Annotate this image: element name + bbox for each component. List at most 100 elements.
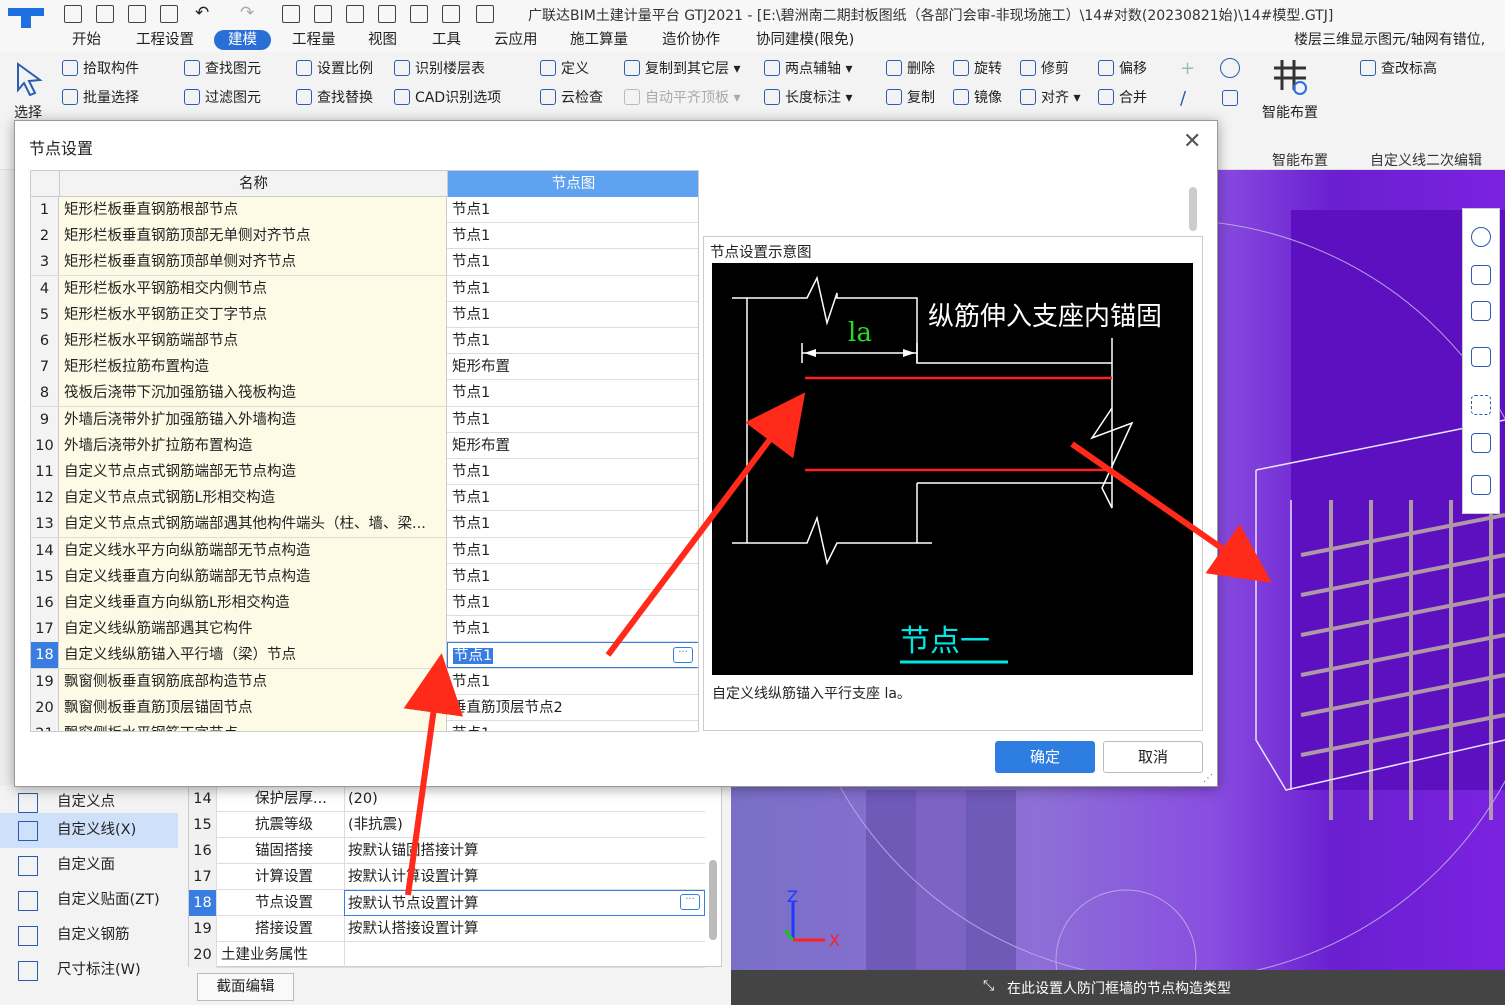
custom-rebar-item[interactable]: 自定义钢筋 xyxy=(0,918,178,953)
ok-button[interactable]: 确定 xyxy=(995,741,1095,773)
dimension-item[interactable]: 尺寸标注(W) xyxy=(0,953,178,988)
table-row-node-setting[interactable]: 18 节点设置 按默认节点设置计算 ··· xyxy=(189,890,705,916)
cloud-check-button[interactable]: 云检查 xyxy=(540,87,603,109)
section-icon[interactable] xyxy=(442,5,460,23)
row-node-value[interactable]: 节点1 xyxy=(447,511,698,537)
open-file-icon[interactable] xyxy=(96,5,114,23)
row-node-value[interactable]: 节点1 xyxy=(447,616,698,642)
save-icon[interactable] xyxy=(160,5,178,23)
batch-select-button[interactable]: 批量选择 xyxy=(62,87,139,109)
find-replace-button[interactable]: 查找替换 xyxy=(296,87,373,109)
menu-cost-collab[interactable]: 造价协作 xyxy=(662,30,720,50)
grid-row[interactable]: 20 飘窗侧板垂直筋顶层锚固节点 垂直筋顶层节点2 xyxy=(31,694,698,721)
grid-row[interactable]: 15 自定义线垂直方向纵筋端部无节点构造 节点1 xyxy=(31,563,698,590)
grid-row[interactable]: 11 自定义节点点式钢筋端部无节点构造 节点1 xyxy=(31,459,698,486)
line-tool-icon[interactable]: / xyxy=(1180,88,1200,109)
grid-row[interactable]: 3 矩形栏板垂直钢筋顶部单侧对齐节点 节点1 xyxy=(31,249,698,276)
custom-face-item[interactable]: 自定义面 xyxy=(0,848,178,883)
3d-box-icon[interactable] xyxy=(1471,301,1491,321)
pick-component-button[interactable]: 拾取构件 xyxy=(62,58,139,80)
row-node-value[interactable]: 节点1 xyxy=(447,223,698,249)
redo-icon[interactable]: ↷ xyxy=(240,3,254,23)
table-row[interactable]: 14 保护层厚... (20) xyxy=(189,786,705,812)
circle-tool-icon[interactable] xyxy=(1220,58,1240,78)
smart-layout-button[interactable]: 智能布置 xyxy=(1262,102,1318,124)
ellipsis-button[interactable]: ··· xyxy=(673,647,693,664)
define-button[interactable]: 定义 xyxy=(540,58,589,80)
fit-view-icon[interactable] xyxy=(1471,395,1491,415)
2d-view-icon[interactable] xyxy=(1471,265,1491,285)
grid-row[interactable]: 21飘窗侧板水平钢筋丁字节点节点1 xyxy=(31,721,698,731)
table-row[interactable]: 20 土建业务属性 xyxy=(189,942,705,968)
table-row[interactable]: 16 锚固搭接 按默认锚固搭接计算 xyxy=(189,838,705,864)
grid-row[interactable]: 4 矩形栏板水平钢筋相交内侧节点 节点1 xyxy=(31,275,698,302)
mirror-button[interactable]: 镜像 xyxy=(953,87,1002,109)
smart-layout-icon[interactable] xyxy=(1270,58,1310,98)
grid-row[interactable]: 12 自定义节点点式钢筋L形相交构造 节点1 xyxy=(31,485,698,512)
menu-cloud[interactable]: 云应用 xyxy=(494,30,538,50)
row-node-value[interactable]: 节点1 xyxy=(447,380,698,406)
rect-tool-icon[interactable] xyxy=(1222,90,1238,106)
length-dimension-button[interactable]: 长度标注 ▾ xyxy=(764,87,852,109)
sum-icon[interactable] xyxy=(282,5,300,23)
row-node-value[interactable]: 节点1 xyxy=(447,276,698,302)
grid-row[interactable]: 14 自定义线水平方向纵筋端部无节点构造 节点1 xyxy=(31,537,698,564)
table-row[interactable]: 15 抗震等级 (非抗震) xyxy=(189,812,705,838)
two-point-axis-button[interactable]: 两点辅轴 ▾ xyxy=(764,58,852,80)
row-node-value[interactable]: 节点1 xyxy=(447,407,698,433)
section-edit-button[interactable]: 截面编辑 xyxy=(197,973,294,1001)
trim-button[interactable]: 修剪 xyxy=(1020,58,1069,80)
delete-button[interactable]: 删除 xyxy=(886,58,935,80)
row-node-value[interactable]: 节点1 xyxy=(447,302,698,328)
grid-row[interactable]: 10 外墙后浇带外扩拉筋布置构造 矩形布置 xyxy=(31,432,698,459)
grid-row[interactable]: 6 矩形栏板水平钢筋端部节点 节点1 xyxy=(31,328,698,355)
row-node-value[interactable]: 节点1 xyxy=(447,590,698,616)
new-file-icon[interactable] xyxy=(64,5,82,23)
crosshair-icon[interactable]: + xyxy=(1180,58,1200,79)
close-icon[interactable]: ✕ xyxy=(1183,129,1201,154)
table-row[interactable]: 19 搭接设置 按默认搭接设置计算 xyxy=(189,916,705,942)
report-icon[interactable] xyxy=(314,5,332,23)
folder-icon[interactable] xyxy=(128,5,146,23)
align-button[interactable]: 对齐 ▾ xyxy=(1020,87,1080,109)
select-arrow-icon[interactable] xyxy=(14,62,44,100)
import-icon[interactable] xyxy=(476,5,494,23)
auto-align-top-button[interactable]: 自动平齐顶板 ▾ xyxy=(624,87,740,109)
row-node-value[interactable]: 节点1 xyxy=(447,197,698,223)
rotate-button[interactable]: 旋转 xyxy=(953,58,1002,80)
cancel-button[interactable]: 取消 xyxy=(1103,741,1203,773)
find-element-button[interactable]: 查找图元 xyxy=(184,58,261,80)
grid-row[interactable]: 1 矩形栏板垂直钢筋根部节点 节点1 xyxy=(31,197,698,224)
resize-grip-icon[interactable]: ⋰ xyxy=(1203,773,1213,784)
layout-icon[interactable] xyxy=(378,5,396,23)
menu-collab-modeling[interactable]: 协同建模(限免) xyxy=(756,30,854,50)
properties-list-icon[interactable] xyxy=(1471,475,1491,495)
grid-scrollbar[interactable] xyxy=(1189,187,1197,231)
menu-start[interactable]: 开始 xyxy=(72,30,101,50)
custom-line-item[interactable]: 自定义线(X) xyxy=(0,813,178,848)
row-node-editor[interactable]: 节点1 ··· xyxy=(447,642,698,669)
ellipsis-button[interactable]: ··· xyxy=(680,894,700,910)
table-row[interactable]: 17 计算设置 按默认计算设置计算 xyxy=(189,864,705,890)
menu-modeling[interactable]: 建模 xyxy=(214,30,271,50)
undo-icon[interactable]: ↶ xyxy=(195,3,209,23)
grid-row-selected[interactable]: 18 自定义线纵筋锚入平行墙（梁）节点 节点1 ··· xyxy=(31,642,698,669)
row-node-value[interactable]: 节点1 xyxy=(447,459,698,485)
grid-row[interactable]: 19 飘窗侧板垂直钢筋底部构造节点 节点1 xyxy=(31,668,698,695)
menu-tools[interactable]: 工具 xyxy=(432,30,461,50)
offset-button[interactable]: 偏移 xyxy=(1098,58,1147,80)
copy-button[interactable]: 复制 xyxy=(886,87,935,109)
property-scrollbar[interactable] xyxy=(709,860,717,940)
shrink-icon[interactable]: ⤡ xyxy=(983,978,994,994)
grid-row[interactable]: 9 外墙后浇带外扩加强筋锚入外墙构造 节点1 xyxy=(31,406,698,433)
grid-row[interactable]: 13 自定义节点点式钢筋端部遇其他构件端头（柱、墙、梁... 节点1 xyxy=(31,511,698,538)
row-node-value[interactable]: 节点1 xyxy=(447,249,698,275)
menu-construction[interactable]: 施工算量 xyxy=(570,30,628,50)
display-mode-icon[interactable] xyxy=(1471,433,1491,453)
solid-box-icon[interactable] xyxy=(1471,347,1491,367)
filter-element-button[interactable]: 过滤图元 xyxy=(184,87,261,109)
grid-row[interactable]: 7 矩形栏板拉筋布置构造 矩形布置 xyxy=(31,354,698,381)
row-node-value[interactable]: 矩形布置 xyxy=(447,354,698,380)
menu-quantities[interactable]: 工程量 xyxy=(292,30,336,50)
grid-row[interactable]: 16 自定义线垂直方向纵筋L形相交构造 节点1 xyxy=(31,590,698,617)
